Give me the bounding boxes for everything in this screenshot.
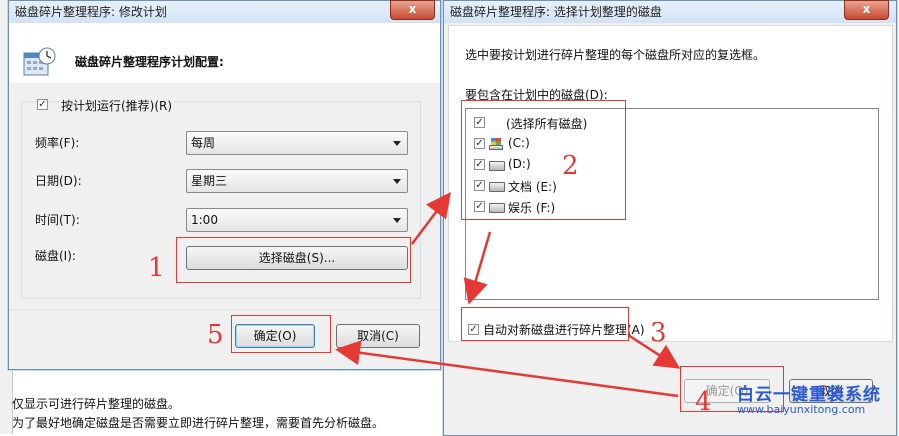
arrow-3-to-4 xyxy=(627,333,681,369)
arrow-2-to-3 xyxy=(463,231,492,305)
watermark-url: www.baiyunxitong.com xyxy=(737,403,866,416)
watermark-brand: 白云一键重装系统 xyxy=(737,385,881,405)
arrow-1-to-2 xyxy=(411,192,451,245)
annotation-arrows xyxy=(335,192,681,398)
arrow-4-to-5 xyxy=(335,340,679,398)
